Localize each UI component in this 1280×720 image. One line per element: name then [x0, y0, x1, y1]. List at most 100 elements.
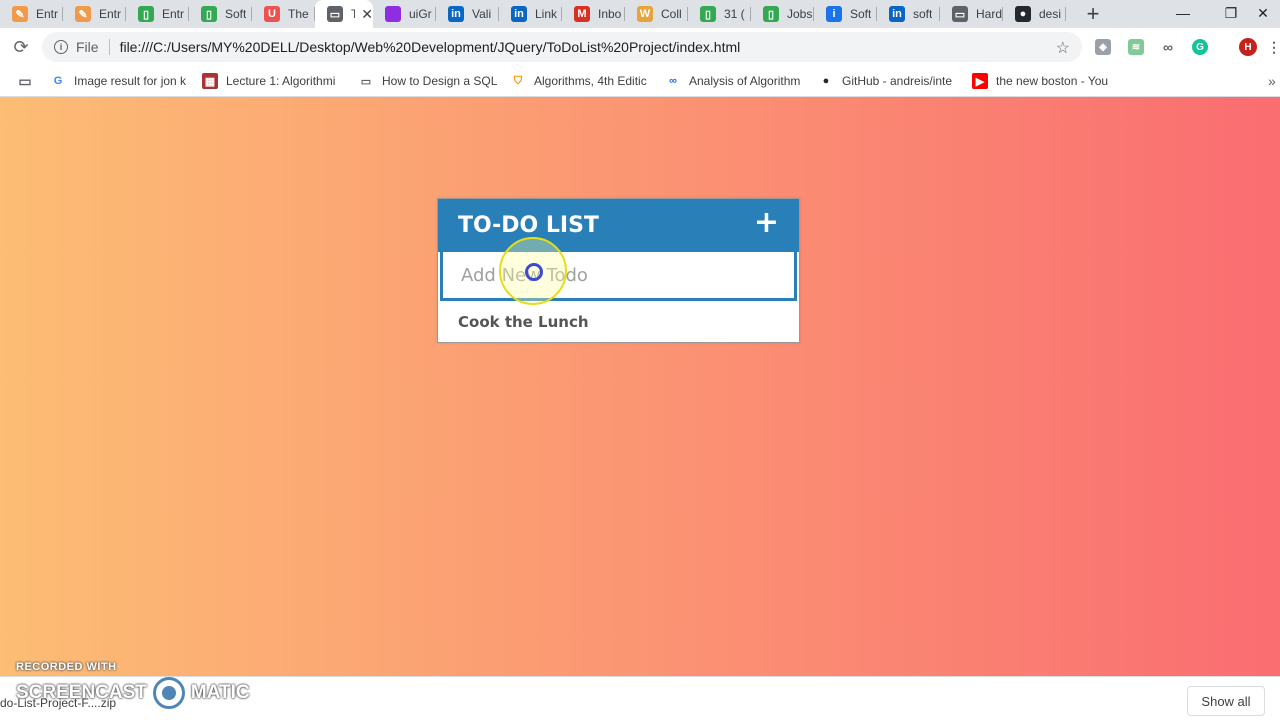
browser-tab[interactable]: ▯ Soft — [189, 0, 252, 28]
tab-label: Vali — [472, 7, 492, 21]
browser-tab[interactable]: ✎ Entr — [63, 0, 126, 28]
browser-tab[interactable]: uiGr — [373, 0, 436, 28]
bookmarks-bar: ▭ G Image result for jon k ▦ Lecture 1: Alg… — [0, 66, 1280, 97]
new-tab-button[interactable]: + — [1078, 0, 1108, 28]
minimize-button[interactable]: — — [1160, 0, 1206, 26]
page-background: TO-DO LIST + Cook the Lunch — [0, 97, 1280, 676]
tab-label: T — [351, 7, 356, 21]
youtube-icon: ▶ — [972, 73, 988, 89]
todo-header: TO-DO LIST + — [438, 199, 799, 252]
udemy-icon: U — [264, 6, 280, 22]
github-icon: ● — [822, 75, 830, 87]
bookmark-label: GitHub - andreis/inte — [842, 74, 953, 88]
browser-tab[interactable]: ✎ Entr — [0, 0, 63, 28]
blogger-icon: ✎ — [12, 6, 28, 22]
sheet-icon: ▯ — [700, 6, 716, 22]
info-icon[interactable]: i — [54, 40, 68, 54]
url-text[interactable]: file:///C:/Users/MY%20DELL/Desktop/Web%2… — [120, 39, 741, 55]
todo-list: Cook the Lunch — [438, 301, 799, 342]
browser-tab[interactable]: W Coll — [625, 0, 688, 28]
tab-label: Link — [535, 7, 558, 21]
tab-label: Hard — [976, 7, 1003, 21]
linkedin-icon: in — [511, 6, 527, 22]
info-icon: i — [826, 6, 842, 22]
tab-label: 31 ( — [724, 7, 745, 21]
bookmark-item[interactable]: ▭ How to Design a SQL — [358, 73, 498, 89]
shield-extension-icon[interactable]: ◈ — [1095, 39, 1111, 55]
tab-label: uiGr — [409, 7, 432, 21]
bookmark-item[interactable]: ▦ Lecture 1: Algorithmi — [202, 73, 342, 89]
apps-icon[interactable]: ▭ — [17, 73, 41, 89]
sheet-icon: ▯ — [201, 6, 217, 22]
reload-icon[interactable]: ⟳ — [10, 36, 32, 58]
bookmark-label: Analysis of Algorithm — [689, 74, 801, 88]
plus-icon[interactable]: + — [754, 207, 779, 238]
browser-tab[interactable]: ▭ T ✕ — [315, 0, 373, 28]
waves-extension-icon[interactable]: ≋ — [1128, 39, 1144, 55]
todo-title: TO-DO LIST — [458, 213, 599, 238]
sheet-icon: ▯ — [763, 6, 779, 22]
tab-label: Entr — [36, 7, 59, 21]
browser-tab[interactable]: ▭ Hard — [940, 0, 1003, 28]
screencast-logo: SCREENCAST MATIC — [16, 676, 250, 710]
browser-tab[interactable]: U The — [252, 0, 315, 28]
tab-label: The — [288, 7, 309, 21]
lecture-icon: ▦ — [202, 73, 218, 89]
tab-label: Jobs — [787, 7, 813, 21]
recorded-with-label: RECORDED WITH — [16, 661, 117, 673]
profile-avatar[interactable]: H — [1239, 38, 1257, 56]
bookmark-label: Image result for jon k — [74, 74, 187, 88]
close-window-button[interactable]: ✕ — [1240, 0, 1280, 26]
browser-tab[interactable]: in Vali — [436, 0, 499, 28]
document-icon: ▭ — [327, 6, 343, 22]
bookmark-item[interactable]: ⛉ Algorithms, 4th Editic — [510, 73, 650, 89]
tab-list: ✎ Entr ✎ Entr ▯ Entr ▯ Soft U The ▭ T ✕ uiGr in Vali in L… — [0, 0, 1066, 28]
todo-container: TO-DO LIST + Cook the Lunch — [437, 198, 800, 343]
more-bookmarks-icon[interactable]: » — [1268, 73, 1276, 89]
princeton-icon: ⛉ — [513, 74, 523, 87]
uigradients-icon — [385, 6, 401, 22]
bookmark-label: Algorithms, 4th Editic — [534, 74, 647, 88]
bookmark-item[interactable]: ● GitHub - andreis/inte — [818, 73, 958, 89]
blogger-icon: ✎ — [75, 6, 91, 22]
brand-right: MATIC — [190, 682, 250, 703]
browser-tab[interactable]: M Inbo — [562, 0, 625, 28]
browser-tab[interactable]: in soft — [877, 0, 940, 28]
browser-tab[interactable]: i Soft — [814, 0, 877, 28]
linkedin-icon: in — [889, 6, 905, 22]
browser-tab[interactable]: ▯ Entr — [126, 0, 189, 28]
tab-close-icon[interactable]: ✕ — [361, 6, 373, 23]
tab-label: Entr — [162, 7, 185, 21]
tab-label: Soft — [225, 7, 247, 21]
tab-strip: ✎ Entr ✎ Entr ▯ Entr ▯ Soft U The ▭ T ✕ uiGr in Vali in L… — [0, 0, 1280, 28]
bookmark-item[interactable]: G Image result for jon k — [50, 73, 190, 89]
scheme-label: File — [76, 39, 99, 55]
browser-tab[interactable]: in Link — [499, 0, 562, 28]
browser-tab[interactable]: ▯ Jobs — [751, 0, 814, 28]
show-all-button[interactable]: Show all — [1187, 686, 1265, 716]
link-extension-icon[interactable]: ∞ — [1160, 39, 1176, 55]
menu-icon[interactable]: ⋮ — [1266, 39, 1280, 55]
document-icon: ▭ — [360, 75, 372, 88]
browser-tab[interactable]: ▯ 31 ( — [688, 0, 751, 28]
todo-item[interactable]: Cook the Lunch — [438, 301, 799, 342]
document-icon: ▭ — [952, 6, 968, 22]
wordpress-icon: W — [637, 6, 653, 22]
tab-label: Coll — [661, 7, 682, 21]
cursor-indicator — [525, 263, 543, 281]
new-todo-input[interactable] — [440, 252, 797, 301]
bookmark-item[interactable]: ▶ the new boston - You — [972, 73, 1112, 89]
linkedin-icon: in — [448, 6, 464, 22]
address-bar[interactable]: i File file:///C:/Users/MY%20DELL/Deskto… — [42, 32, 1082, 62]
tab-label: Entr — [99, 7, 122, 21]
tab-label: Inbo — [598, 7, 622, 21]
tab-label: soft — [913, 7, 933, 21]
bookmark-label: Lecture 1: Algorithmi — [226, 74, 336, 88]
brand-left: SCREENCAST — [16, 682, 147, 703]
grammarly-icon[interactable]: G — [1192, 39, 1208, 55]
screencast-logo-icon — [152, 677, 185, 709]
github-icon: ● — [1015, 6, 1031, 22]
browser-tab[interactable]: ● desi — [1003, 0, 1066, 28]
bookmark-item[interactable]: ∞ Analysis of Algorithm — [665, 73, 805, 89]
bookmark-star-icon[interactable]: ☆ — [1056, 38, 1070, 58]
